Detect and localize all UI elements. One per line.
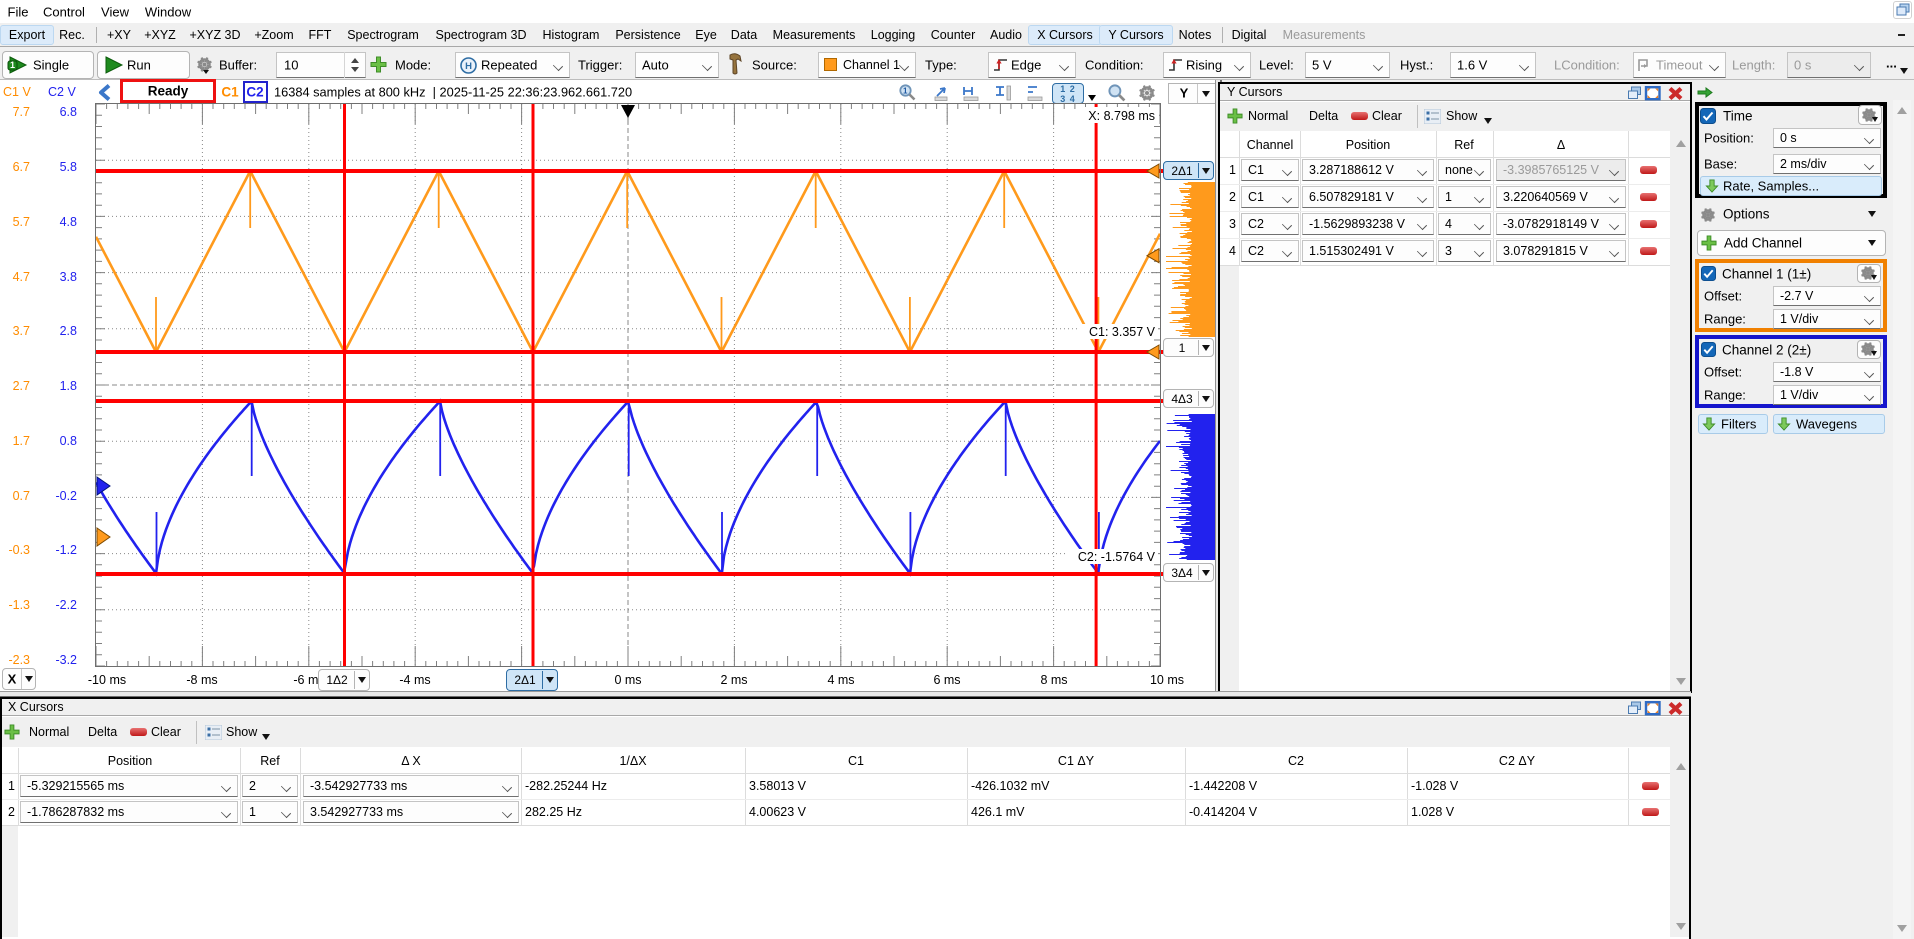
svg-text:1: 1 bbox=[903, 87, 908, 96]
svg-text:C1: 3.357 V: C1: 3.357 V bbox=[1089, 325, 1156, 339]
svg-text:1: 1 bbox=[10, 60, 15, 70]
svg-text:X: 8.798 ms: X: 8.798 ms bbox=[1088, 109, 1155, 123]
svg-text:H: H bbox=[465, 61, 472, 72]
svg-text:C2: -1.5764 V: C2: -1.5764 V bbox=[1078, 550, 1156, 564]
